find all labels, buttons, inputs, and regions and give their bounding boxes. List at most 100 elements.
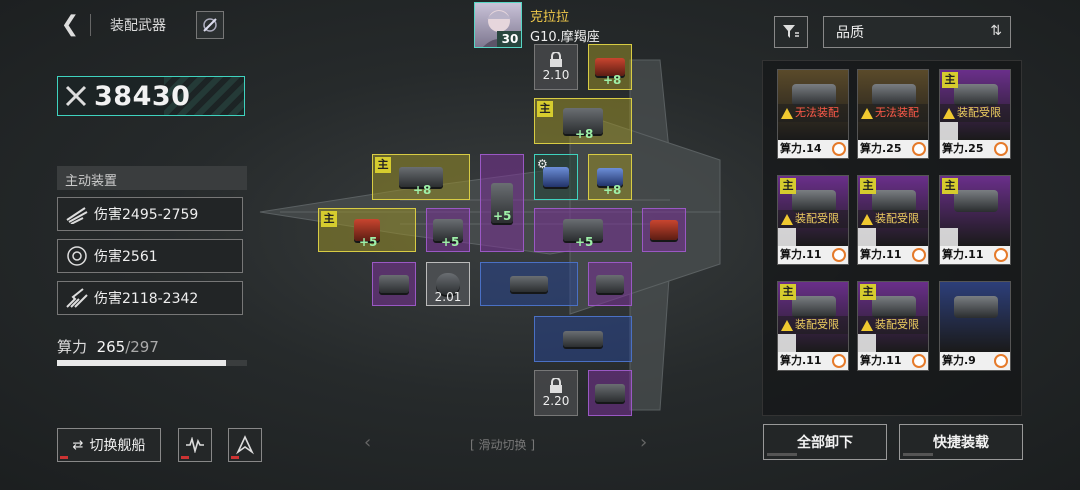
- card-status: 装配受限: [940, 104, 1010, 122]
- card-status: 无法装配: [858, 104, 928, 122]
- filter-button[interactable]: [774, 16, 808, 48]
- weapon-card[interactable]: 主算力.11: [939, 175, 1011, 265]
- main-tag: 主: [942, 72, 958, 88]
- weapon-slot[interactable]: [588, 262, 632, 306]
- gear-badge-icon: [832, 142, 846, 156]
- locked-slot[interactable]: 2.01: [426, 262, 470, 306]
- weapon-icon: [563, 331, 603, 347]
- weapon-slot[interactable]: [480, 262, 578, 306]
- swap-icon: ⇄: [72, 437, 84, 453]
- button-tick: [231, 456, 239, 459]
- slot-bonus: +8: [413, 183, 432, 197]
- weapon-art: [940, 282, 1010, 352]
- button-tick: [60, 456, 68, 459]
- card-status-text: 装配受限: [957, 106, 1001, 119]
- card-status-text: 无法装配: [875, 106, 919, 119]
- weapon-slot[interactable]: 主 +8: [372, 154, 470, 200]
- slot-bonus: +5: [359, 235, 378, 249]
- swipe-right-arrow[interactable]: ›: [640, 432, 647, 453]
- switch-ship-label: 切换舰船: [89, 438, 146, 454]
- button-tick: [767, 453, 797, 456]
- combat-power-panel: 38430: [57, 76, 245, 116]
- sort-dropdown[interactable]: 品质 ⇅: [823, 16, 1011, 48]
- missile-icon: [62, 199, 92, 229]
- unequip-all-button[interactable]: 全部卸下: [763, 424, 887, 460]
- quick-equip-button[interactable]: 快捷装载: [899, 424, 1023, 460]
- slot-type-icon: [858, 334, 876, 352]
- rocket-icon: [203, 18, 217, 32]
- weapon-inventory-grid[interactable]: 无法装配 算力.14 无法装配 算力.25 主装配受限 算力.25 主装配受限 算力.11 主装…: [762, 60, 1022, 416]
- locked-slot[interactable]: 2.10: [534, 44, 578, 90]
- lock-level: 2.10: [542, 68, 570, 82]
- slot-type-icon: [778, 228, 796, 246]
- slot-bonus: +5: [493, 209, 512, 223]
- waveform-button[interactable]: [178, 428, 212, 462]
- weapon-slot[interactable]: [588, 370, 632, 416]
- skill-item[interactable]: 伤害2561: [57, 239, 243, 273]
- unequip-all-label: 全部卸下: [797, 435, 853, 451]
- weapon-slot[interactable]: 主 +8: [534, 98, 632, 144]
- skill-text: 伤害2118-2342: [94, 291, 199, 307]
- player-avatar[interactable]: 30: [474, 2, 522, 48]
- warning-icon: [781, 319, 793, 331]
- weapon-slot[interactable]: 主 +5: [318, 208, 416, 252]
- warning-icon: [861, 319, 873, 331]
- main-tag: 主: [780, 284, 796, 300]
- swipe-hint: [ 滑动切换 ]: [470, 438, 536, 452]
- capacity-label: 算力 265/297: [57, 336, 159, 357]
- card-status: 无法装配: [778, 104, 848, 122]
- weapon-icon: [595, 384, 625, 402]
- slot-type-icon: [940, 122, 958, 140]
- weapon-card[interactable]: 主装配受限 算力.25: [939, 69, 1011, 159]
- weapon-slot[interactable]: +5: [534, 208, 632, 252]
- game-screen: ❮ 装配武器 38430 主动装置 伤害2495-2759 伤害2561 伤害2…: [0, 0, 1080, 490]
- weapon-slot[interactable]: +8: [588, 154, 632, 200]
- card-status-text: 装配受限: [875, 318, 919, 331]
- swipe-left-arrow[interactable]: ‹: [364, 432, 371, 453]
- weapon-card[interactable]: 主装配受限 算力.11: [857, 281, 929, 371]
- weapon-card[interactable]: 主装配受限 算力.11: [777, 175, 849, 265]
- weapon-card[interactable]: 算力.9: [939, 281, 1011, 371]
- locked-slot[interactable]: 2.20: [534, 370, 578, 416]
- main-tag: 主: [860, 178, 876, 194]
- weapon-slot-selected[interactable]: ⚙: [534, 154, 578, 200]
- skill-text: 伤害2561: [94, 249, 158, 265]
- gear-badge-icon: [994, 142, 1008, 156]
- weapon-card[interactable]: 主装配受限 算力.11: [857, 175, 929, 265]
- card-status-text: 装配受限: [875, 212, 919, 225]
- back-button[interactable]: ❮: [58, 12, 82, 38]
- skill-item[interactable]: 伤害2495-2759: [57, 197, 243, 231]
- card-status-text: 装配受限: [795, 318, 839, 331]
- warning-icon: [943, 107, 955, 119]
- sort-arrows-icon: ⇅: [990, 23, 1002, 39]
- weapon-slot[interactable]: +8: [588, 44, 632, 90]
- weapon-card[interactable]: 无法装配 算力.14: [777, 69, 849, 159]
- trident-button[interactable]: [228, 428, 262, 462]
- lock-icon: [550, 378, 562, 393]
- capacity-bar: [57, 360, 247, 366]
- weapon-slot[interactable]: +5: [426, 208, 470, 252]
- weapon-slot[interactable]: [534, 316, 632, 362]
- card-status-text: 无法装配: [795, 106, 839, 119]
- rocket-button[interactable]: [196, 11, 224, 39]
- crossed-swords-icon: [65, 85, 87, 107]
- active-skills-heading: 主动装置: [57, 166, 247, 190]
- weapon-card[interactable]: 无法装配 算力.25: [857, 69, 929, 159]
- gear-badge-icon: [912, 354, 926, 368]
- switch-ship-button[interactable]: ⇄ 切换舰船: [57, 428, 161, 462]
- weapon-slot[interactable]: +5: [480, 154, 524, 252]
- button-tick: [903, 453, 933, 456]
- weapon-slot[interactable]: [642, 208, 686, 252]
- weapon-slot[interactable]: [372, 262, 416, 306]
- gear-badge-icon: [994, 354, 1008, 368]
- skill-item[interactable]: 伤害2118-2342: [57, 281, 243, 315]
- ship-name: G10.摩羯座: [530, 30, 600, 45]
- weapon-card[interactable]: 主装配受限 算力.11: [777, 281, 849, 371]
- gear-icon: ⚙: [537, 157, 548, 171]
- player-name: 克拉拉: [530, 10, 570, 25]
- page-title: 装配武器: [110, 18, 166, 34]
- slot-bonus: +5: [441, 235, 460, 249]
- lock-level: 2.01: [434, 290, 462, 304]
- capacity-max: /297: [125, 338, 159, 356]
- slot-bonus: +5: [575, 235, 594, 249]
